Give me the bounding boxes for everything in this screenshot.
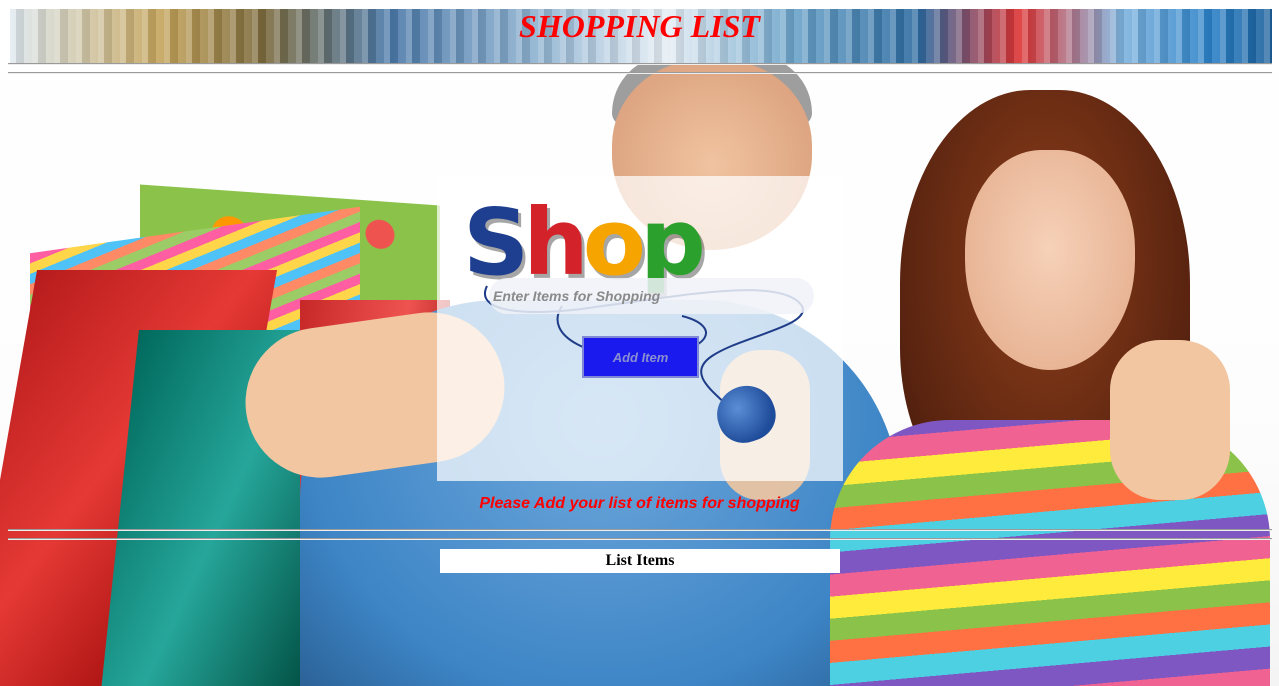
divider <box>8 63 1272 65</box>
divider <box>8 72 1272 74</box>
page-title: SHOPPING LIST <box>519 8 760 44</box>
instruction-text: Please Add your list of items for shoppi… <box>479 495 800 512</box>
divider <box>8 529 1272 531</box>
add-item-form: Shop Add Item <box>437 176 843 481</box>
item-input[interactable] <box>489 278 814 314</box>
woman-face-graphic <box>965 150 1135 370</box>
page: SHOPPING LIST Shop Add Item Please Add y… <box>0 0 1279 686</box>
divider <box>8 538 1272 540</box>
thumbs-up-graphic <box>1110 340 1230 500</box>
add-item-button[interactable]: Add Item <box>582 336 699 378</box>
list-items-header: List Items <box>440 549 840 573</box>
